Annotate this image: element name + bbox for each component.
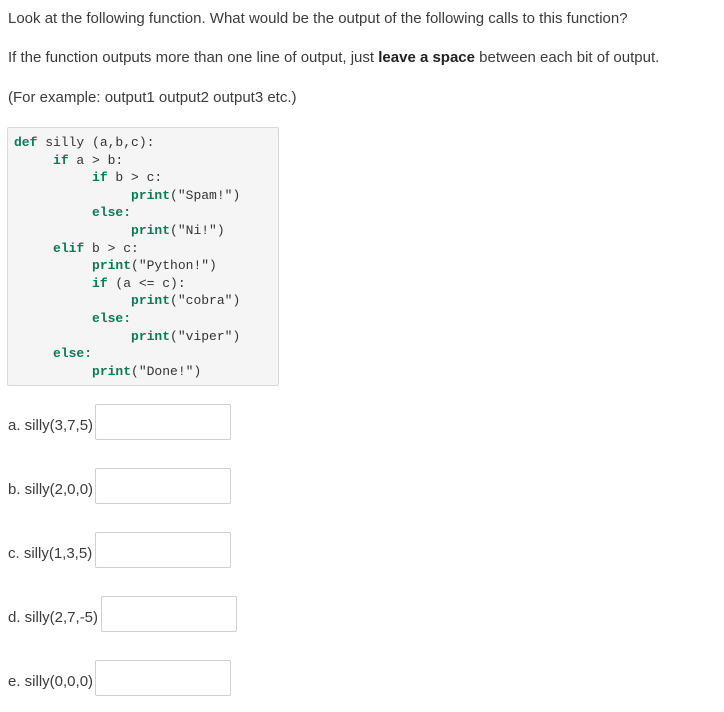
code-keyword: print bbox=[131, 293, 171, 309]
answer-e-input[interactable] bbox=[95, 660, 231, 696]
code-text: silly (a,b,c): bbox=[37, 135, 155, 150]
instruction-line-2-post: between each bit of output. bbox=[475, 49, 660, 66]
code-keyword: if bbox=[53, 152, 69, 168]
code-text: a > b: bbox=[68, 152, 124, 168]
code-string: ("cobra") bbox=[170, 293, 241, 309]
code-string: ("Done!") bbox=[131, 363, 202, 379]
code-keyword: if bbox=[92, 275, 108, 291]
instruction-line-2-pre: If the function outputs more than one li… bbox=[8, 49, 379, 66]
instruction-line-3: (For example: output1 output2 output3 et… bbox=[8, 89, 297, 106]
code-keyword: else: bbox=[53, 346, 93, 362]
question-b-label: b. silly(2,0,0) bbox=[8, 481, 94, 498]
instruction-emphasis: leave a space bbox=[378, 49, 475, 66]
code-keyword: else: bbox=[92, 310, 132, 326]
code-string: ("Spam!") bbox=[170, 187, 241, 203]
question-e-label: e. silly(0,0,0) bbox=[8, 673, 94, 690]
code-listing: def silly (a,b,c): if a > b: if b > c: p… bbox=[14, 134, 240, 380]
code-text: b > c: bbox=[84, 240, 139, 256]
code-block: def silly (a,b,c): if a > b: if b > c: p… bbox=[7, 127, 279, 386]
answer-c-input[interactable] bbox=[95, 532, 231, 568]
code-keyword: print bbox=[92, 363, 132, 379]
code-string: ("Python!") bbox=[131, 258, 217, 274]
code-keyword: print bbox=[131, 328, 171, 344]
answer-b-input[interactable] bbox=[95, 468, 231, 504]
code-text: b > c: bbox=[107, 170, 163, 186]
code-keyword: print bbox=[92, 258, 132, 274]
code-keyword: def bbox=[14, 135, 38, 150]
question-a-label: a. silly(3,7,5) bbox=[8, 417, 94, 434]
code-keyword: if bbox=[92, 170, 108, 186]
question-c-label: c. silly(1,3,5) bbox=[8, 545, 93, 562]
question-d-label: d. silly(2,7,-5) bbox=[8, 609, 99, 626]
code-string: ("viper") bbox=[170, 328, 241, 344]
code-keyword: print bbox=[131, 222, 171, 238]
code-keyword: elif bbox=[53, 240, 85, 256]
code-text: (a <= c): bbox=[107, 275, 186, 291]
instruction-line-1: Look at the following function. What wou… bbox=[8, 10, 628, 27]
code-keyword: else: bbox=[92, 205, 132, 221]
answer-a-input[interactable] bbox=[95, 404, 231, 440]
instruction-line-2: If the function outputs more than one li… bbox=[8, 48, 659, 68]
code-keyword: print bbox=[131, 187, 171, 203]
code-string: ("Ni!") bbox=[170, 222, 225, 238]
answer-d-input[interactable] bbox=[101, 596, 237, 632]
